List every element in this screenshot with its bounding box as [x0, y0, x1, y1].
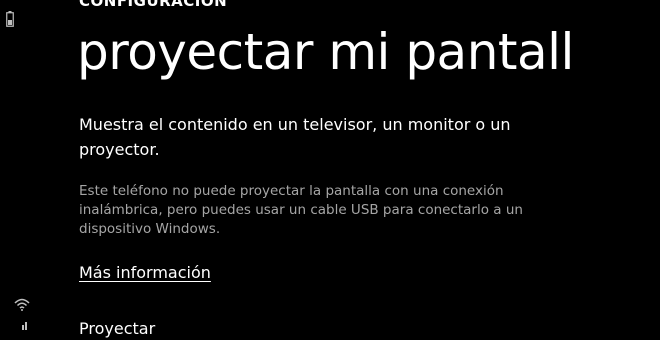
battery-icon: [6, 11, 14, 27]
status-bar: [0, 0, 40, 330]
wireless-unsupported-note: Este teléfono no puede proyectar la pant…: [79, 183, 523, 237]
page-title: proyectar mi pantall: [77, 23, 574, 81]
more-info-link[interactable]: Más información: [79, 262, 211, 284]
project-option[interactable]: Proyectar: [79, 318, 155, 340]
wifi-icon: [14, 298, 30, 311]
description-text: Muestra el contenido en un televisor, un…: [79, 115, 511, 159]
settings-section-label: CONFIGURACIÓN: [79, 0, 228, 10]
signal-icon: [22, 322, 27, 330]
